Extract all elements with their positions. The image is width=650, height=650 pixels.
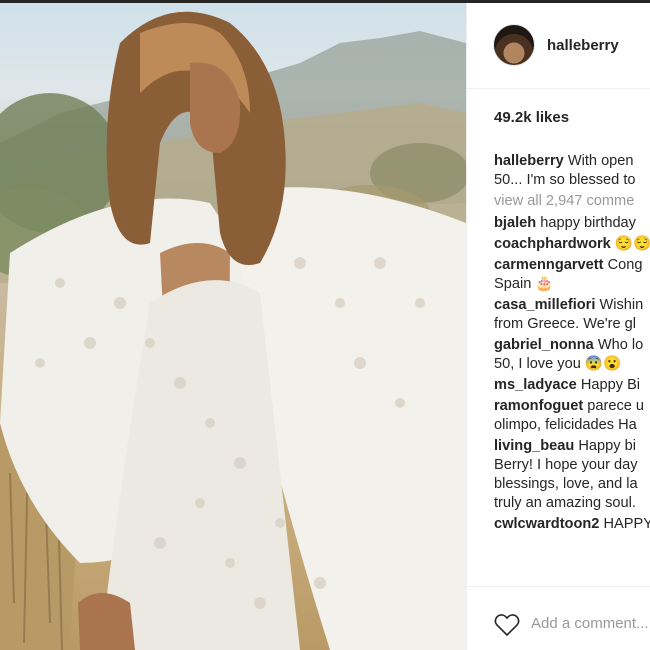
post-author-username[interactable]: halleberry <box>547 37 619 54</box>
comment-username[interactable]: coachphardwork <box>494 236 611 252</box>
comment-text: Berry! I hope your day <box>494 457 638 473</box>
comment-text: Cong <box>607 257 643 273</box>
instagram-post-window: halleberry 49.2k likes halleberry With o… <box>0 0 650 650</box>
comment-text: Who lo <box>597 337 644 353</box>
comment-text: Happy Bi <box>580 377 641 393</box>
comment-item: casa_millefiori Wishin from Greece. We'r… <box>494 296 650 334</box>
comment-text: HAPPY <box>603 516 650 532</box>
caption-text-line-2: 50... I'm so blessed to <box>494 172 636 188</box>
comment-item: bjaleh happy birthday <box>494 214 650 233</box>
comments-fade <box>494 570 650 584</box>
comment-item: gabriel_nonna Who lo 50, I love you 😨😮 <box>494 336 650 374</box>
comment-bar <box>467 586 650 650</box>
comment-item: coachphardwork 😌😌 <box>494 235 650 254</box>
comment-text: 😌😌 <box>614 236 650 252</box>
comment-text: olimpo, felicidades Ha <box>494 417 637 433</box>
comment-username[interactable]: bjaleh <box>494 215 536 231</box>
comment-text: Spain 🎂 <box>494 276 554 292</box>
caption: halleberry With open 50... I'm so blesse… <box>494 152 650 190</box>
comment-item: cwlcwardtoon2 HAPPY <box>494 515 650 534</box>
comment-text: happy birthday <box>540 215 636 231</box>
caption-text-line-1: With open <box>567 153 634 169</box>
photo-illustration <box>0 11 466 650</box>
comments-list: halleberry With open 50... I'm so blesse… <box>494 152 650 584</box>
add-comment-input[interactable] <box>531 615 650 632</box>
post-side-panel: halleberry 49.2k likes halleberry With o… <box>466 3 650 650</box>
comment-text: Happy bi <box>578 438 636 454</box>
post-photo[interactable] <box>0 3 466 650</box>
comment-text: parece u <box>587 398 645 414</box>
comment-username[interactable]: gabriel_nonna <box>494 337 594 353</box>
comment-username[interactable]: ms_ladyace <box>494 377 577 393</box>
likes-count[interactable]: 49.2k likes <box>494 109 569 126</box>
comment-text: Wishin <box>599 297 644 313</box>
post-header: halleberry <box>467 3 650 89</box>
comment-username[interactable]: carmenngarvett <box>494 257 604 273</box>
comment-text: blessings, love, and la <box>494 476 638 492</box>
comment-username[interactable]: living_beau <box>494 438 574 454</box>
view-all-comments-link[interactable]: view all 2,947 comme <box>494 192 650 211</box>
comment-item: ms_ladyace Happy Bi <box>494 376 650 395</box>
comment-item: ramonfoguet parece u olimpo, felicidades… <box>494 397 650 435</box>
caption-username[interactable]: halleberry <box>494 153 564 169</box>
comment-item: living_beau Happy bi Berry! I hope your … <box>494 437 650 513</box>
comment-username[interactable]: casa_millefiori <box>494 297 595 313</box>
heart-outline-icon[interactable] <box>494 613 520 637</box>
comment-text: truly an amazing soul. <box>494 495 636 511</box>
comment-text: from Greece. We're gl <box>494 316 637 332</box>
comment-username[interactable]: cwlcwardtoon2 <box>494 516 599 532</box>
avatar[interactable] <box>493 24 535 66</box>
comment-text: 50, I love you 😨😮 <box>494 356 622 372</box>
comment-username[interactable]: ramonfoguet <box>494 398 583 414</box>
comment-item: carmenngarvett Cong Spain 🎂 <box>494 256 650 294</box>
